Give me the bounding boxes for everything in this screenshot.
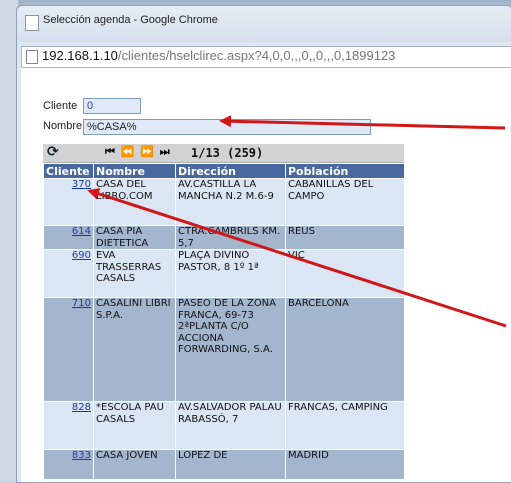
address-bar[interactable]: 192.168.1.10/clientes/hselclirec.aspx?4,… [21,46,511,68]
cell-nombre: EVA TRASSERRAS CASALS [93,249,176,298]
cell-nombre: CASA PIA DIETETICA [93,225,176,250]
nombre-input[interactable]: %CASA% [83,119,371,135]
table-row[interactable]: 370 CASA DEL LIBRO.COM AV.CASTILLA LA MA… [43,178,405,226]
header-poblacion[interactable]: Población [285,163,405,179]
cell-direccion: LOPEZ DE [175,449,286,480]
header-cliente[interactable]: Cliente [43,163,94,179]
page-content: Cliente 0 Nombre %CASA% ⟳ ⏮ ⏪ ⏩ ⏭ 1/13 (… [21,68,511,482]
cliente-input[interactable]: 0 [83,98,141,114]
cell-direccion: CTRA.CAMBRILS KM. 5,7 [175,225,286,250]
table-row[interactable]: 614 CASA PIA DIETETICA CTRA.CAMBRILS KM.… [43,225,405,250]
cell-poblacion: FRANCAS, CAMPING [285,401,405,450]
cell-poblacion: CABANILLAS DEL CAMPO [285,178,405,226]
document-icon [26,50,38,64]
header-direccion[interactable]: Dirección [175,163,286,179]
cliente-link[interactable]: 614 [72,226,91,237]
results-table: Cliente Nombre Dirección Población 370 C… [43,163,405,480]
refresh-icon[interactable]: ⟳ [47,144,59,160]
cell-direccion: PASEO DE LA ZONA FRANCA, 69-73 2ªPLANTA … [175,297,286,402]
cell-direccion: PLAÇA DIVINO PASTOR, 8 1º 1ª [175,249,286,298]
cell-nombre: CASA DEL LIBRO.COM [93,178,176,226]
cell-cliente: 710 [43,297,94,402]
cliente-label: Cliente [43,100,78,112]
cliente-link[interactable]: 690 [72,250,91,261]
cell-direccion: AV.CASTILLA LA MANCHA N.2 M.6-9 [175,178,286,226]
cell-cliente: 833 [43,449,94,480]
cell-cliente: 690 [43,249,94,298]
page-icon [25,15,39,31]
cell-cliente: 614 [43,225,94,250]
title-bar[interactable]: Selección agenda - Google Chrome [17,6,511,42]
url-text: 192.168.1.10/clientes/hselclirec.aspx?4,… [42,48,395,63]
window-title: Selección agenda - Google Chrome [43,14,218,26]
cliente-link[interactable]: 710 [72,298,91,309]
cell-cliente: 370 [43,178,94,226]
cell-poblacion: BARCELONA [285,297,405,402]
cell-poblacion: VIC [285,249,405,298]
page-info: 1/13 (259) [191,146,264,160]
header-nombre[interactable]: Nombre [93,163,176,179]
table-row[interactable]: 710 CASALINI LIBRI S.P.A. PASEO DE LA ZO… [43,297,405,402]
cell-cliente: 828 [43,401,94,450]
cell-nombre: CASALINI LIBRI S.P.A. [93,297,176,402]
nombre-label: Nombre [43,120,83,132]
cliente-link[interactable]: 828 [72,402,91,413]
cliente-link[interactable]: 833 [72,450,91,461]
url-path: /clientes/hselclirec.aspx?4,0,0,,,0,,0,,… [117,48,396,63]
cell-poblacion: MADRID [285,449,405,480]
cell-poblacion: REUS [285,225,405,250]
table-row[interactable]: 690 EVA TRASSERRAS CASALS PLAÇA DIVINO P… [43,249,405,298]
table-row[interactable]: 833 CASA JOVEN LOPEZ DE MADRID [43,449,405,480]
cell-nombre: CASA JOVEN [93,449,176,480]
table-header-row: Cliente Nombre Dirección Población [43,163,405,179]
cell-nombre: *ESCOLA PAU CASALS [93,401,176,450]
url-host: 192.168.1.10 [42,48,118,63]
cell-direccion: AV.SALVADOR PALAU RABASSÓ, 7 [175,401,286,450]
table-row[interactable]: 828 *ESCOLA PAU CASALS AV.SALVADOR PALAU… [43,401,405,450]
pager-navigation-icons[interactable]: ⏮ ⏪ ⏩ ⏭ [105,145,171,159]
popup-window: Selección agenda - Google Chrome 192.168… [16,5,511,483]
cliente-link[interactable]: 370 [72,179,91,190]
pager-bar: ⟳ ⏮ ⏪ ⏩ ⏭ 1/13 (259) [43,144,404,163]
